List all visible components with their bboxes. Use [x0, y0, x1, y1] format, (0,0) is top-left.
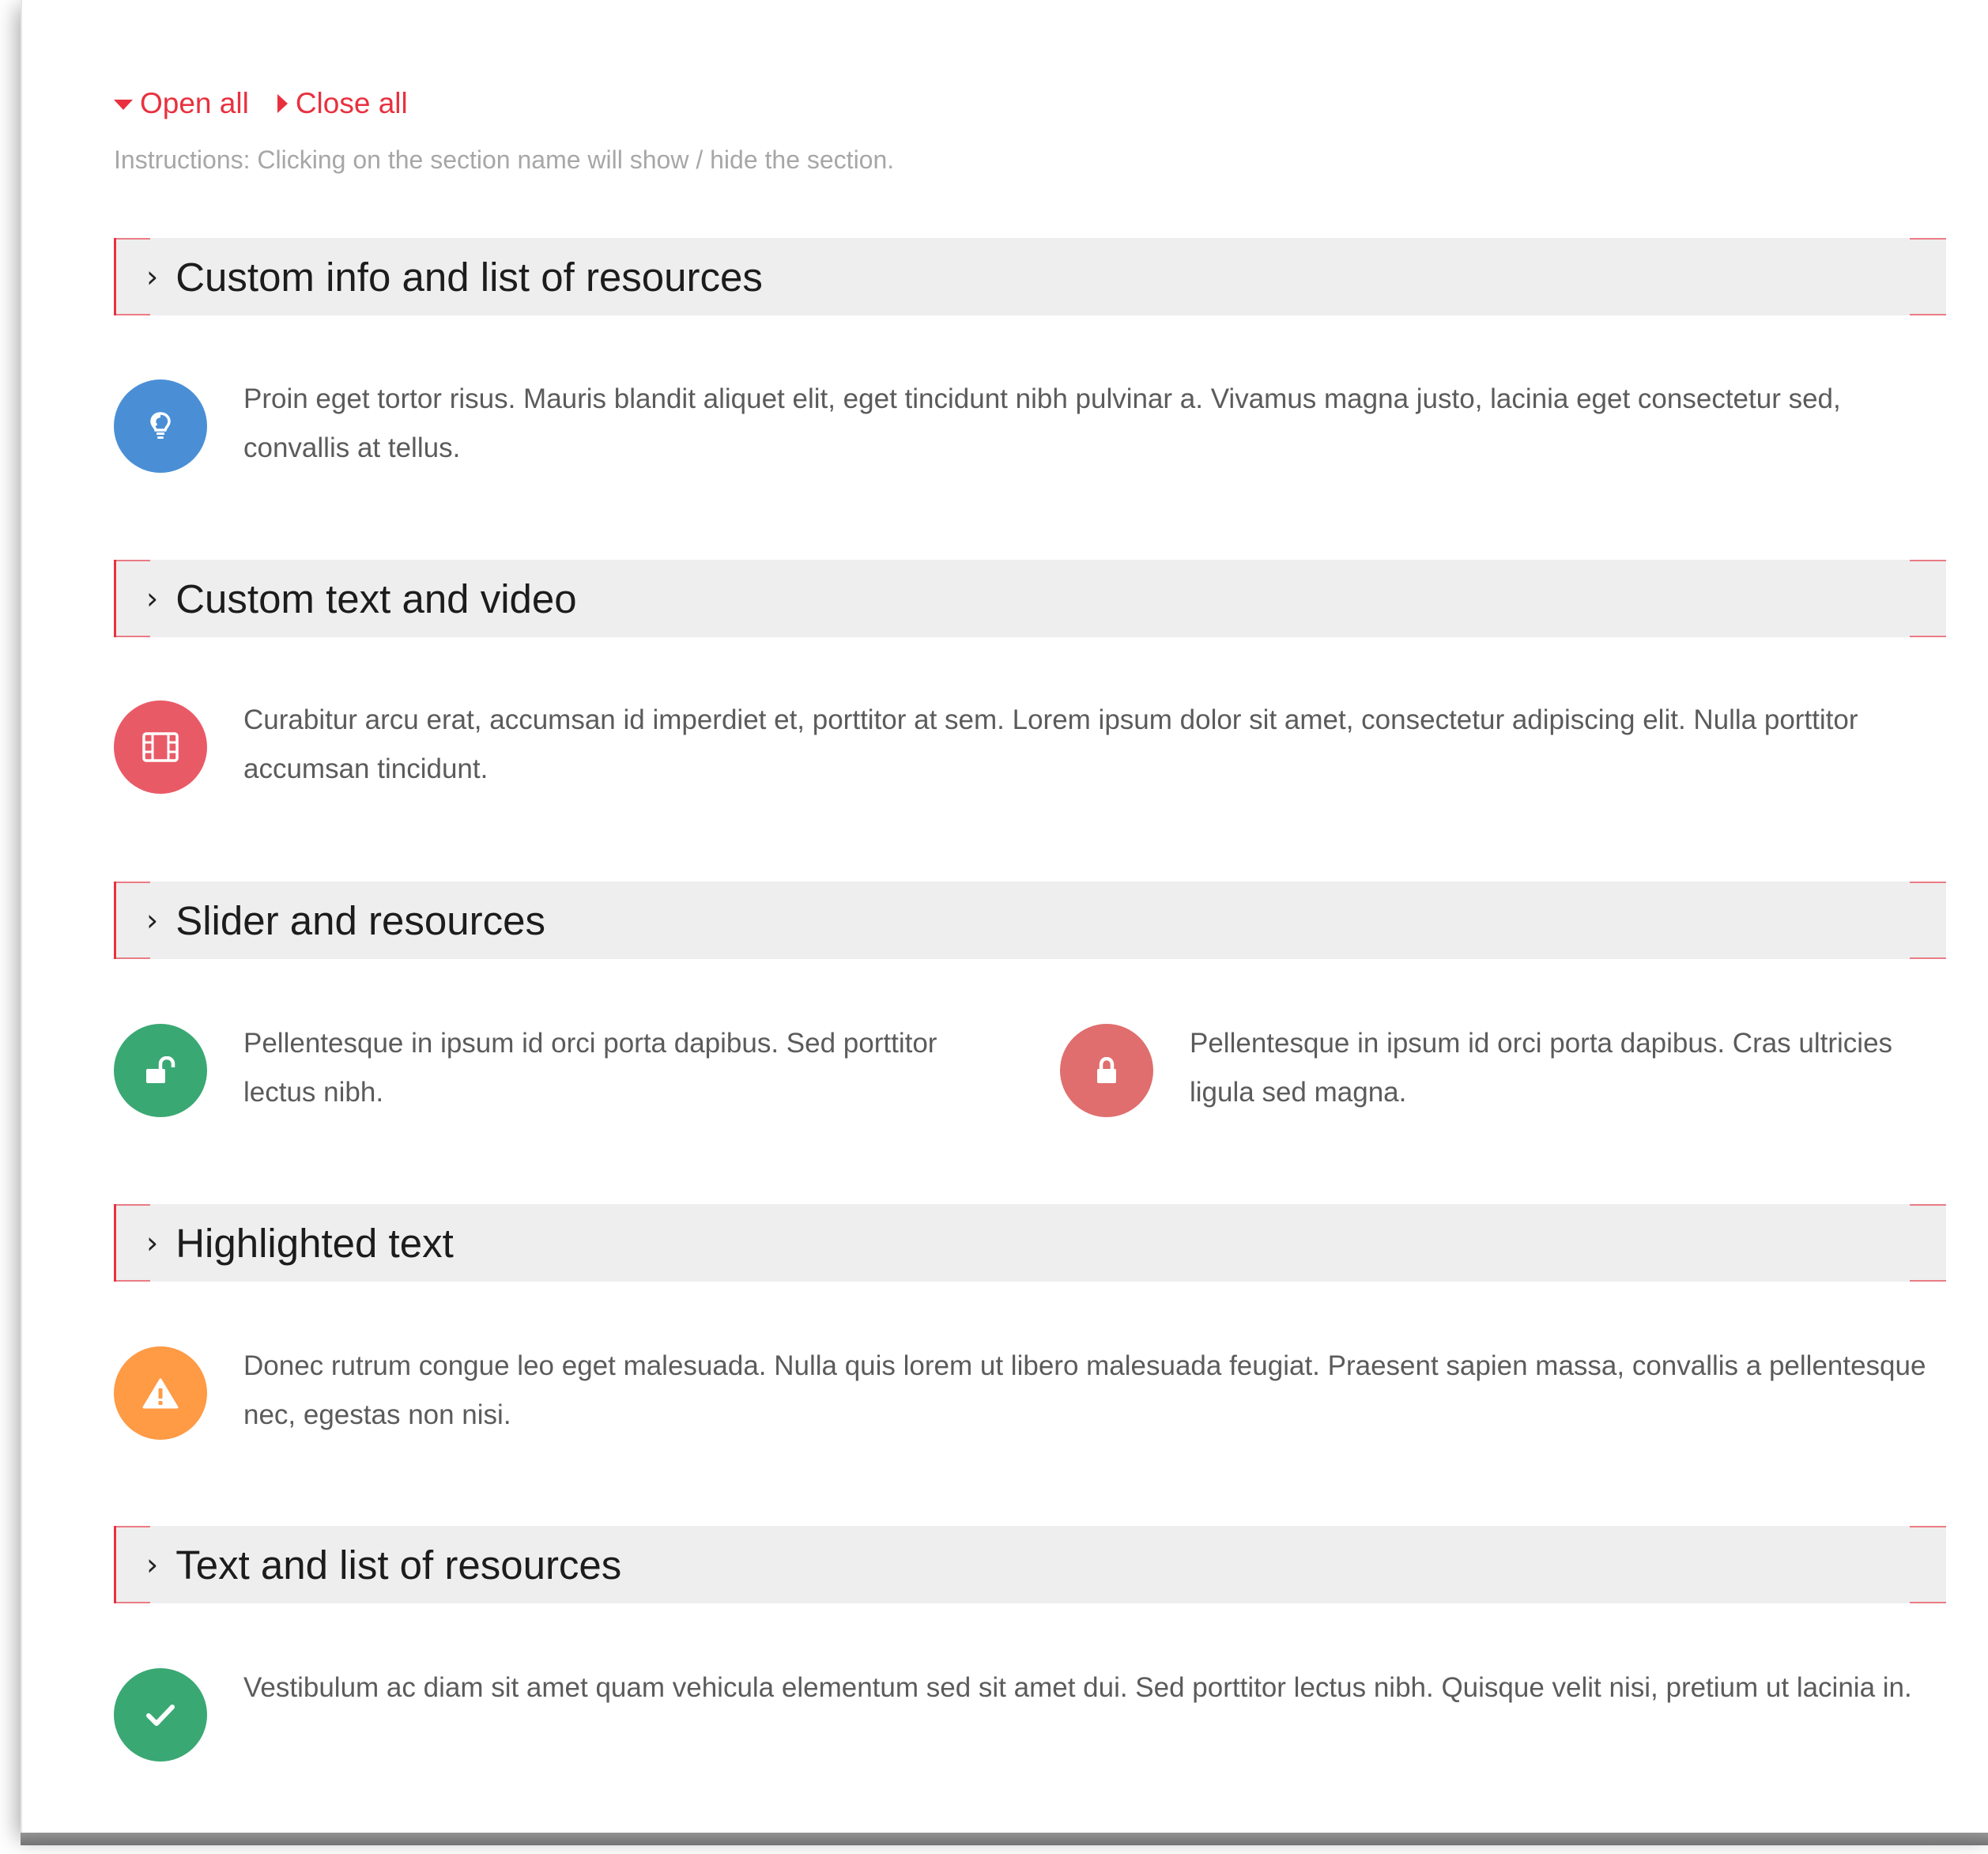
section-text: Proin eget tortor risus. Mauris blandit … [243, 383, 1841, 463]
section-header-custom-text-video[interactable]: › Custom text and video [114, 560, 1946, 637]
chevron-right-icon: › [146, 1547, 159, 1582]
section-body-custom-info: Proin eget tortor risus. Mauris blandit … [114, 379, 1946, 473]
caret-down-icon [114, 100, 133, 110]
section-header-text-resources[interactable]: › Text and list of resources [114, 1526, 1946, 1603]
section-title: Custom text and video [175, 576, 577, 621]
checkmark-icon [114, 1668, 207, 1761]
section-body-highlighted-text: Donec rutrum congue leo eget malesuada. … [114, 1346, 1946, 1440]
close-all-label: Close all [295, 87, 408, 119]
film-icon [114, 700, 207, 794]
window-bottom-edge [21, 1833, 1988, 1845]
section-text: Donec rutrum congue leo eget malesuada. … [243, 1350, 1926, 1430]
section-body-slider-left: Pellentesque in ipsum id orci porta dapi… [114, 1024, 983, 1117]
unlock-icon [114, 1024, 207, 1117]
lock-icon [1060, 1024, 1153, 1117]
section-body-custom-text-video: Curabitur arcu erat, accumsan id imperdi… [114, 700, 1946, 794]
section-text: Vestibulum ac diam sit amet quam vehicul… [243, 1672, 1912, 1703]
section-header-custom-info[interactable]: › Custom info and list of resources [114, 238, 1946, 315]
section-title: Text and list of resources [175, 1542, 622, 1588]
open-all-label: Open all [140, 87, 249, 119]
caret-right-icon [277, 94, 288, 113]
close-all-link[interactable]: Close all [277, 87, 408, 120]
lightbulb-icon [114, 379, 207, 473]
section-text: Curabitur arcu erat, accumsan id imperdi… [243, 704, 1858, 784]
section-title: Slider and resources [175, 897, 545, 943]
section-title: Custom info and list of resources [175, 254, 763, 300]
section-header-slider-resources[interactable]: › Slider and resources [114, 882, 1946, 959]
section-text: Pellentesque in ipsum id orci porta dapi… [1190, 1028, 1893, 1108]
section-text: Pellentesque in ipsum id orci porta dapi… [243, 1028, 937, 1108]
chevron-right-icon: › [146, 581, 159, 616]
section-body-text-resources: Vestibulum ac diam sit amet quam vehicul… [114, 1668, 1946, 1761]
section-body-slider-right: Pellentesque in ipsum id orci porta dapi… [1060, 1024, 1946, 1117]
instructions-text: Instructions: Clicking on the section na… [114, 145, 895, 174]
chevron-right-icon: › [146, 259, 159, 294]
open-close-controls: Open all Close all [114, 87, 436, 120]
chevron-right-icon: › [146, 903, 159, 938]
warning-icon [114, 1346, 207, 1440]
section-header-highlighted-text[interactable]: › Highlighted text [114, 1204, 1946, 1282]
chevron-right-icon: › [146, 1225, 159, 1260]
section-title: Highlighted text [175, 1220, 454, 1266]
open-all-link[interactable]: Open all [114, 87, 249, 120]
